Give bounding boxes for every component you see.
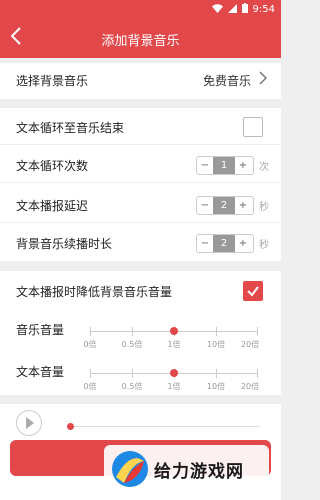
play-icon[interactable] — [16, 410, 42, 436]
tick-label: 0倍 — [83, 382, 97, 391]
lower-volume-checkbox[interactable] — [243, 281, 263, 301]
music-volume-label: 音乐音量 — [16, 323, 65, 337]
text-volume-slider[interactable]: 0倍 0.5倍 1倍 10倍 20倍 — [83, 369, 259, 391]
continue-time-label: 背景音乐续播时长 — [16, 237, 113, 251]
page-title: 添加背景音乐 — [101, 34, 180, 49]
loop-to-end-row[interactable]: 文本循环至音乐结束 — [0, 110, 281, 145]
play-delay-row: 文本播报延迟 − 2 + 秒 — [0, 188, 281, 223]
continue-time-row: 背景音乐续播时长 − 2 + 秒 — [0, 226, 281, 260]
music-volume-slider[interactable]: 0倍 0.5倍 1倍 10倍 20倍 — [83, 327, 259, 349]
slider-tick — [257, 369, 258, 378]
loop-to-end-label: 文本循环至音乐结束 — [16, 121, 125, 135]
plus-button[interactable]: + — [235, 160, 251, 171]
volume-card: 文本播报时降低背景音乐音量 音乐音量 0倍 0.5倍 1倍 10倍 20倍 文本… — [0, 271, 281, 395]
slider-tick — [132, 369, 133, 378]
loop-count-label: 文本循环次数 — [16, 159, 89, 173]
slider-tick — [90, 369, 91, 378]
loop-settings-card: 文本循环至音乐结束 文本循环次数 − 1 + 次 文本播报延迟 − 2 + 秒 … — [0, 108, 281, 261]
loop-count-value[interactable]: 1 — [213, 157, 235, 174]
select-music-label: 选择背景音乐 — [16, 74, 89, 88]
status-icons: 9:54 — [211, 3, 275, 16]
tick-label: 20倍 — [240, 340, 260, 349]
battery-icon — [241, 3, 248, 16]
tick-label: 0倍 — [83, 340, 97, 349]
loop-count-stepper: − 1 + 次 — [196, 156, 269, 175]
select-music-value: 免费音乐 — [202, 74, 251, 88]
slider-thumb[interactable] — [170, 327, 178, 335]
slider-tick — [216, 369, 217, 378]
tick-label: 1倍 — [167, 382, 181, 391]
check-icon — [247, 286, 259, 297]
tick-label: 0.5倍 — [121, 340, 143, 349]
play-delay-label: 文本播报延迟 — [16, 199, 89, 213]
lower-volume-label: 文本播报时降低背景音乐音量 — [16, 285, 173, 299]
select-music-row[interactable]: 选择背景音乐 免费音乐 — [0, 63, 281, 97]
tick-label: 0.5倍 — [121, 382, 143, 391]
preview-progress-track[interactable] — [70, 426, 260, 427]
watermark-logo-icon — [112, 451, 148, 487]
tick-label: 20倍 — [240, 382, 260, 391]
watermark-text: 给力游戏网 — [154, 462, 244, 482]
unit-label: 次 — [259, 162, 269, 173]
signal-icon — [227, 3, 237, 16]
loop-to-end-checkbox[interactable] — [243, 117, 263, 137]
status-time: 9:54 — [252, 4, 275, 15]
continue-time-stepper: − 2 + 秒 — [196, 234, 269, 253]
slider-tick — [257, 327, 258, 336]
slider-tick — [90, 327, 91, 336]
status-bar: 9:54 — [0, 0, 281, 20]
slider-tick — [216, 327, 217, 336]
minus-button[interactable]: − — [197, 160, 213, 171]
slider-tick — [132, 327, 133, 336]
tick-label: 10倍 — [206, 340, 226, 349]
plus-button[interactable]: + — [235, 200, 251, 211]
unit-label: 秒 — [259, 202, 269, 213]
tick-label: 1倍 — [167, 340, 181, 349]
select-music-card: 选择背景音乐 免费音乐 — [0, 63, 281, 99]
plus-button[interactable]: + — [235, 238, 251, 249]
minus-button[interactable]: − — [197, 238, 213, 249]
tick-label: 10倍 — [206, 382, 226, 391]
lower-volume-row[interactable]: 文本播报时降低背景音乐音量 — [0, 274, 281, 308]
chevron-right-icon — [259, 71, 268, 89]
preview-progress-thumb[interactable] — [67, 423, 74, 430]
unit-label: 秒 — [259, 240, 269, 251]
slider-thumb[interactable] — [170, 369, 178, 377]
text-volume-label: 文本音量 — [16, 365, 65, 379]
loop-count-row: 文本循环次数 − 1 + 次 — [0, 148, 281, 183]
minus-button[interactable]: − — [197, 200, 213, 211]
wifi-icon — [211, 3, 223, 16]
app-bar: 添加背景音乐 — [0, 20, 281, 58]
play-delay-value[interactable]: 2 — [213, 197, 235, 214]
continue-time-value[interactable]: 2 — [213, 235, 235, 252]
watermark: 给力游戏网 — [104, 445, 269, 495]
play-delay-stepper: − 2 + 秒 — [196, 196, 269, 215]
